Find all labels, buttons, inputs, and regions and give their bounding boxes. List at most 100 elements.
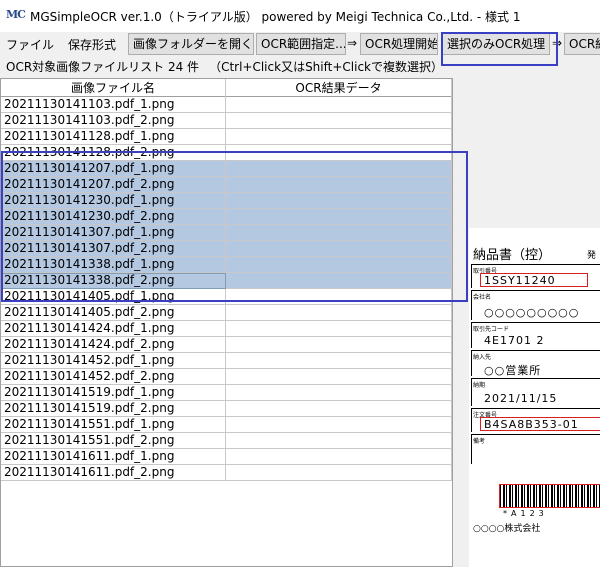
cell-ocr-result[interactable] [226, 257, 452, 273]
cell-ocr-result[interactable] [226, 449, 452, 465]
image-preview-pane: 納品書（控） 発 取引番号 1SSY11240 会社名 ○○○○○○○○○ 取引先コード… [455, 78, 600, 567]
title-bar: MC MGSimpleOCR ver.1.0（トライアル版） powered b… [0, 0, 600, 32]
table-row[interactable]: 20211130141519.pdf_2.png [1, 401, 452, 417]
table-row[interactable]: 20211130141452.pdf_1.png [1, 353, 452, 369]
doc-footer: ○○○○株式会社 [473, 524, 541, 534]
app-logo-icon: MC [6, 8, 26, 21]
table-row[interactable]: 20211130141307.pdf_1.png [1, 225, 452, 241]
cell-filename[interactable]: 20211130141338.pdf_2.png [1, 273, 226, 289]
cell-ocr-result[interactable] [226, 433, 452, 449]
cell-filename[interactable]: 20211130141405.pdf_2.png [1, 305, 226, 321]
cell-ocr-result[interactable] [226, 369, 452, 385]
table-row[interactable]: 20211130141128.pdf_2.png [1, 145, 452, 161]
cell-filename[interactable]: 20211130141307.pdf_1.png [1, 225, 226, 241]
column-header-filename[interactable]: 画像ファイル名 [1, 79, 226, 97]
cell-filename[interactable]: 20211130141551.pdf_1.png [1, 417, 226, 433]
file-list-label: OCR対象画像ファイルリスト 24 件 （Ctrl+Click又はShift+Cl… [6, 58, 443, 75]
window-title: MGSimpleOCR ver.1.0（トライアル版） powered by M… [30, 10, 521, 24]
cell-ocr-result[interactable] [226, 129, 452, 145]
table-row[interactable]: 20211130141424.pdf_1.png [1, 321, 452, 337]
doc-field-value: ○○営業所 [484, 364, 542, 377]
cell-filename[interactable]: 20211130141128.pdf_2.png [1, 145, 226, 161]
cell-ocr-result[interactable] [226, 145, 452, 161]
doc-title: 納品書（控） [473, 248, 552, 263]
cell-ocr-result[interactable] [226, 241, 452, 257]
cell-ocr-result[interactable] [226, 337, 452, 353]
open-folder-button[interactable]: 画像フォルダーを開く [128, 33, 254, 55]
table-row[interactable]: 20211130141338.pdf_1.png [1, 257, 452, 273]
ocr-start-button[interactable]: OCR処理開始 [360, 33, 438, 55]
ocr-range-button[interactable]: OCR範囲指定... [256, 33, 346, 55]
cell-ocr-result[interactable] [226, 161, 452, 177]
table-row[interactable]: 20211130141405.pdf_2.png [1, 305, 452, 321]
cell-filename[interactable]: 20211130141452.pdf_2.png [1, 369, 226, 385]
cell-filename[interactable]: 20211130141103.pdf_1.png [1, 97, 226, 113]
cell-filename[interactable]: 20211130141519.pdf_2.png [1, 401, 226, 417]
cell-filename[interactable]: 20211130141452.pdf_1.png [1, 353, 226, 369]
table-row[interactable]: 20211130141230.pdf_2.png [1, 209, 452, 225]
cell-ocr-result[interactable] [226, 97, 452, 113]
menu-toolbar: ファイル 保存形式 画像フォルダーを開く OCR範囲指定... ⇒ OCR処理開… [0, 32, 600, 56]
cell-ocr-result[interactable] [226, 417, 452, 433]
table-row[interactable]: 20211130141230.pdf_1.png [1, 193, 452, 209]
menu-file[interactable]: ファイル [6, 36, 54, 53]
column-header-ocr-result[interactable]: OCR結果データ [226, 79, 452, 97]
cell-ocr-result[interactable] [226, 321, 452, 337]
table-row[interactable]: 20211130141338.pdf_2.png [1, 273, 452, 289]
cell-filename[interactable]: 20211130141424.pdf_1.png [1, 321, 226, 337]
cell-ocr-result[interactable] [226, 353, 452, 369]
cell-ocr-result[interactable] [226, 385, 452, 401]
cell-filename[interactable]: 20211130141128.pdf_1.png [1, 129, 226, 145]
cell-filename[interactable]: 20211130141611.pdf_1.png [1, 449, 226, 465]
menu-save-format[interactable]: 保存形式 [68, 36, 116, 53]
cell-ocr-result[interactable] [226, 209, 452, 225]
table-row[interactable]: 20211130141103.pdf_2.png [1, 113, 452, 129]
table-row[interactable]: 20211130141307.pdf_2.png [1, 241, 452, 257]
cell-ocr-result[interactable] [226, 177, 452, 193]
doc-field: 注文番号 B4SA8B353-01 [471, 408, 600, 432]
cell-ocr-result[interactable] [226, 305, 452, 321]
cell-filename[interactable]: 20211130141307.pdf_2.png [1, 241, 226, 257]
doc-field: 取引番号 1SSY11240 [471, 264, 600, 288]
ocr-result-button[interactable]: OCR結 [564, 33, 600, 55]
doc-field-label: 納入先 [473, 354, 492, 361]
file-table[interactable]: 画像ファイル名 OCR結果データ 20211130141103.pdf_1.pn… [0, 78, 453, 567]
cell-filename[interactable]: 20211130141338.pdf_1.png [1, 257, 226, 273]
cell-ocr-result[interactable] [226, 193, 452, 209]
cell-filename[interactable]: 20211130141103.pdf_2.png [1, 113, 226, 129]
ocr-region-box [480, 273, 588, 287]
table-row[interactable]: 20211130141207.pdf_2.png [1, 177, 452, 193]
table-row[interactable]: 20211130141611.pdf_1.png [1, 449, 452, 465]
cell-filename[interactable]: 20211130141230.pdf_1.png [1, 193, 226, 209]
cell-ocr-result[interactable] [226, 465, 452, 481]
cell-filename[interactable]: 20211130141207.pdf_2.png [1, 177, 226, 193]
doc-title-right: 発 [587, 251, 597, 261]
table-row[interactable]: 20211130141128.pdf_1.png [1, 129, 452, 145]
cell-filename[interactable]: 20211130141611.pdf_2.png [1, 465, 226, 481]
table-row[interactable]: 20211130141424.pdf_2.png [1, 337, 452, 353]
cell-filename[interactable]: 20211130141551.pdf_2.png [1, 433, 226, 449]
cell-ocr-result[interactable] [226, 113, 452, 129]
ocr-selected-only-button[interactable]: 選択のみOCR処理 [442, 33, 550, 55]
cell-filename[interactable]: 20211130141424.pdf_2.png [1, 337, 226, 353]
table-row[interactable]: 20211130141551.pdf_1.png [1, 417, 452, 433]
table-row[interactable]: 20211130141103.pdf_1.png [1, 97, 452, 113]
cell-ocr-result[interactable] [226, 273, 452, 289]
doc-field-value: ○○○○○○○○○ [484, 306, 580, 319]
cell-filename[interactable]: 20211130141405.pdf_1.png [1, 289, 226, 305]
doc-field-label: 取引先コード [473, 326, 510, 333]
cell-filename[interactable]: 20211130141519.pdf_1.png [1, 385, 226, 401]
table-row[interactable]: 20211130141207.pdf_1.png [1, 161, 452, 177]
table-row[interactable]: 20211130141452.pdf_2.png [1, 369, 452, 385]
cell-filename[interactable]: 20211130141207.pdf_1.png [1, 161, 226, 177]
table-row[interactable]: 20211130141519.pdf_1.png [1, 385, 452, 401]
cell-ocr-result[interactable] [226, 289, 452, 305]
table-body: 20211130141103.pdf_1.png 20211130141103.p… [1, 97, 452, 481]
table-row[interactable]: 20211130141405.pdf_1.png [1, 289, 452, 305]
doc-field: 納入先 ○○営業所 [471, 350, 600, 377]
cell-ocr-result[interactable] [226, 401, 452, 417]
cell-ocr-result[interactable] [226, 225, 452, 241]
table-row[interactable]: 20211130141551.pdf_2.png [1, 433, 452, 449]
table-row[interactable]: 20211130141611.pdf_2.png [1, 465, 452, 481]
cell-filename[interactable]: 20211130141230.pdf_2.png [1, 209, 226, 225]
